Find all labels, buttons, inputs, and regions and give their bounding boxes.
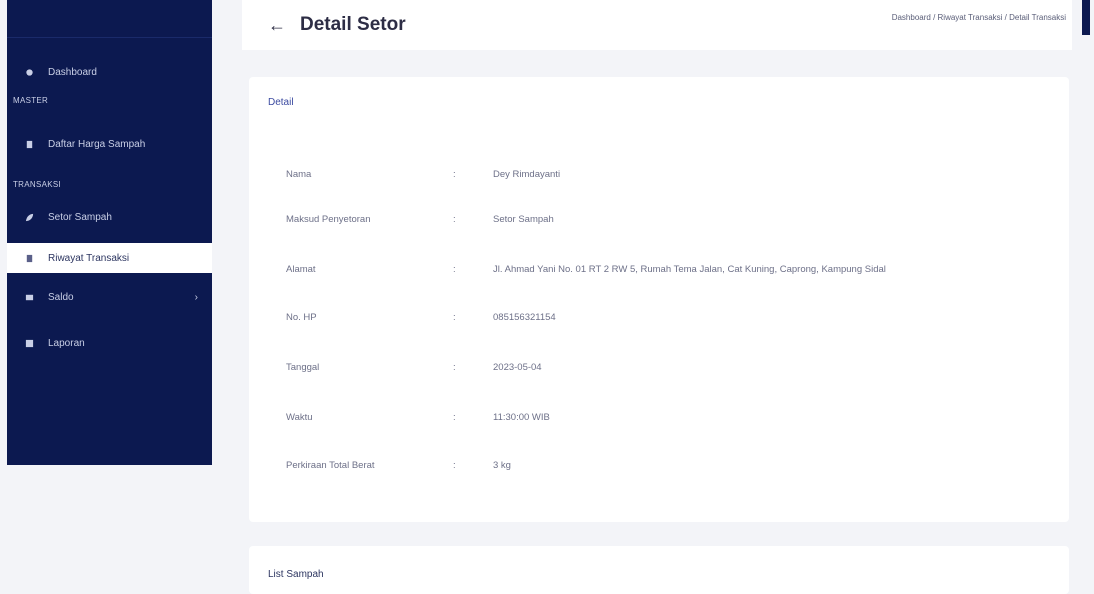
detail-separator: : [453, 213, 456, 225]
detail-label: Tanggal [286, 361, 320, 373]
dashboard-icon [26, 68, 33, 76]
report-icon [25, 339, 34, 347]
back-arrow-icon[interactable]: ← [268, 15, 286, 36]
breadcrumb[interactable]: Dashboard / Riwayat Transaksi / Detail T… [892, 13, 1066, 22]
detail-value: Setor Sampah [493, 213, 554, 225]
detail-label: No. HP [286, 311, 317, 323]
detail-label: Nama [286, 168, 312, 180]
sidebar-item-label: Riwayat Transaksi [48, 252, 130, 264]
sidebar-item-label: Laporan [48, 337, 85, 349]
detail-separator: : [453, 459, 456, 471]
detail-card: Detail Nama : Dey Rimdayanti Maksud Peny… [249, 77, 1069, 522]
detail-label: Maksud Penyetoran [286, 213, 371, 225]
list-sampah-title: List Sampah [268, 569, 324, 580]
receipt-icon [26, 254, 33, 262]
detail-separator: : [453, 361, 456, 373]
detail-separator: : [453, 263, 456, 275]
detail-value: Dey Rimdayanti [493, 168, 561, 180]
wallet-icon [25, 294, 34, 300]
detail-row-nama: Nama : Dey Rimdayanti [286, 164, 1046, 184]
detail-value: 11:30:00 WIB [493, 411, 550, 423]
detail-value: 2023-05-04 [493, 361, 542, 373]
detail-separator: : [453, 168, 456, 180]
sidebar-item-dashboard[interactable]: Dashboard [7, 57, 212, 87]
detail-value: Jl. Ahmad Yani No. 01 RT 2 RW 5, Rumah T… [493, 263, 886, 275]
sidebar-item-label: Saldo [48, 291, 74, 303]
detail-label: Waktu [286, 411, 313, 423]
detail-row-tanggal: Tanggal : 2023-05-04 [286, 357, 1046, 377]
sidebar-item-label: Daftar Harga Sampah [48, 138, 146, 150]
detail-label: Alamat [286, 263, 316, 275]
detail-separator: : [453, 311, 456, 323]
trash-icon [26, 140, 33, 148]
sidebar-item-label: Dashboard [48, 66, 97, 78]
detail-row-waktu: Waktu : 11:30:00 WIB [286, 407, 1046, 427]
sidebar-item-saldo[interactable]: Saldo › [7, 282, 212, 312]
sidebar-item-label: Setor Sampah [48, 211, 112, 223]
sidebar-item-setor-sampah[interactable]: Setor Sampah [7, 202, 212, 232]
detail-separator: : [453, 411, 456, 423]
detail-value: 3 kg [493, 459, 511, 471]
detail-label: Perkiraan Total Berat [286, 459, 375, 471]
detail-row-maksud: Maksud Penyetoran : Setor Sampah [286, 209, 1046, 229]
sidebar-section-transaksi: TRANSAKSI [13, 180, 62, 189]
sidebar-item-daftar-harga[interactable]: Daftar Harga Sampah [7, 129, 212, 159]
leaf-icon [25, 213, 34, 221]
chevron-right-icon: › [194, 291, 198, 303]
sidebar-item-laporan[interactable]: Laporan [7, 328, 212, 358]
sidebar-item-riwayat-transaksi[interactable]: Riwayat Transaksi [7, 243, 212, 273]
page-header: ← Detail Setor Dashboard / Riwayat Trans… [242, 0, 1072, 50]
list-sampah-card: List Sampah [249, 546, 1069, 594]
sidebar-brand-area [7, 0, 212, 38]
detail-row-alamat: Alamat : Jl. Ahmad Yani No. 01 RT 2 RW 5… [286, 259, 1046, 279]
detail-row-no-hp: No. HP : 085156321154 [286, 307, 1046, 327]
detail-row-berat: Perkiraan Total Berat : 3 kg [286, 455, 1046, 475]
sidebar-section-master: MASTER [13, 96, 49, 105]
page-title: Detail Setor [300, 14, 406, 35]
detail-card-title: Detail [268, 97, 294, 108]
scroll-indicator [1082, 0, 1090, 35]
sidebar: Dashboard MASTER Daftar Harga Sampah TRA… [7, 0, 212, 465]
detail-value: 085156321154 [493, 311, 556, 323]
